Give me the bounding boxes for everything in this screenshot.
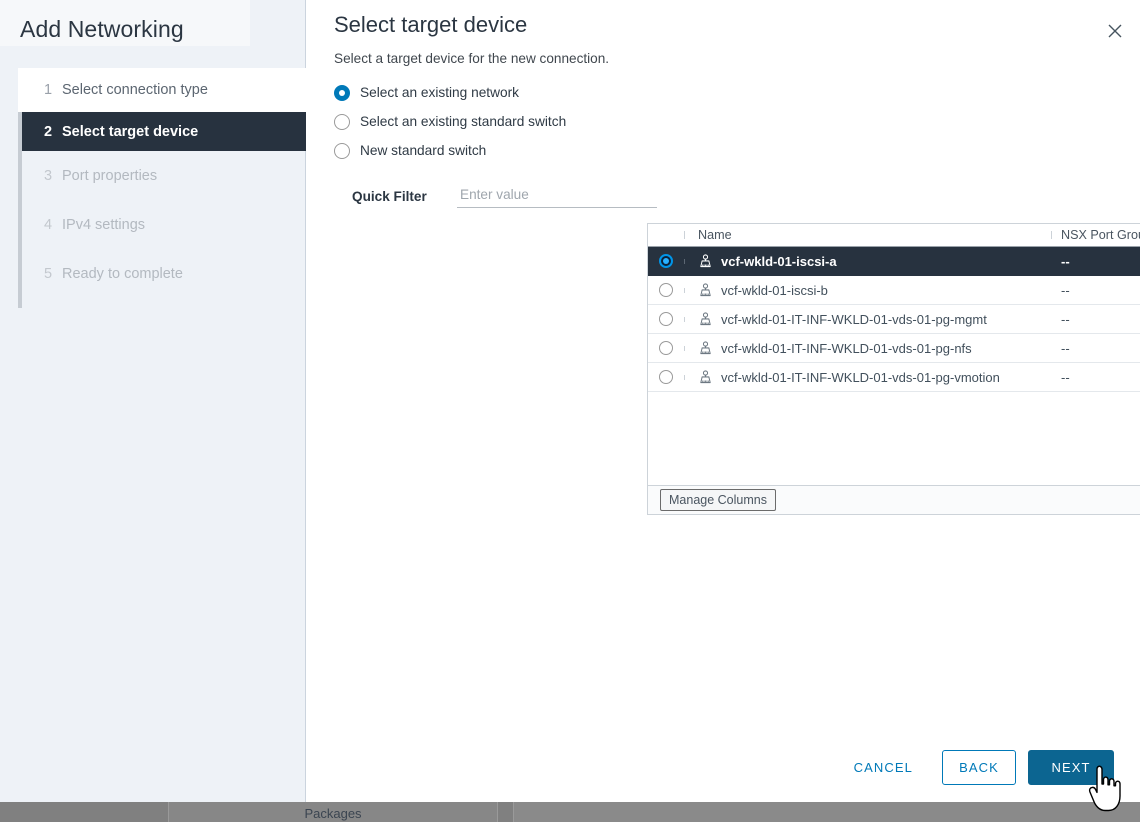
quick-filter: Quick Filter bbox=[352, 185, 657, 208]
target-device-table: Name NSX Port Group ID Distributed Switc… bbox=[647, 223, 1140, 515]
table-row[interactable]: vcf-wkld-01-IT-INF-WKLD-01-vds-01-pg-vmo… bbox=[648, 363, 1140, 392]
wizard-sidebar: Add Networking 1 Select connection type … bbox=[0, 0, 306, 802]
cancel-button[interactable]: CANCEL bbox=[837, 750, 930, 785]
row-name-cell: vcf-wkld-01-iscsi-b bbox=[684, 283, 1051, 298]
port-group-icon bbox=[698, 254, 713, 269]
port-group-icon bbox=[698, 283, 713, 298]
radio-label: Select an existing standard switch bbox=[360, 114, 566, 129]
page-title: Select target device bbox=[334, 12, 527, 38]
radio-button-icon[interactable] bbox=[334, 85, 350, 101]
row-nsx-cell: -- bbox=[1051, 370, 1140, 385]
row-name-text: vcf-wkld-01-IT-INF-WKLD-01-vds-01-pg-mgm… bbox=[721, 312, 987, 327]
step-label: Port properties bbox=[62, 168, 157, 184]
table-header-row: Name NSX Port Group ID Distributed Switc… bbox=[648, 223, 1140, 247]
wizard-footer: CANCEL BACK NEXT bbox=[0, 732, 1140, 802]
row-name-cell: vcf-wkld-01-iscsi-a bbox=[684, 254, 1051, 269]
row-select-cell[interactable] bbox=[648, 370, 684, 384]
row-name-text: vcf-wkld-01-IT-INF-WKLD-01-vds-01-pg-nfs bbox=[721, 341, 972, 356]
next-button[interactable]: NEXT bbox=[1028, 750, 1114, 785]
close-icon[interactable] bbox=[1100, 16, 1130, 46]
row-name-cell: vcf-wkld-01-IT-INF-WKLD-01-vds-01-pg-vmo… bbox=[684, 370, 1051, 385]
table-row[interactable]: vcf-wkld-01-iscsi-b -- vcf-wkld-01-IT-IN… bbox=[648, 276, 1140, 305]
row-radio-icon[interactable] bbox=[659, 283, 673, 297]
radio-button-icon[interactable] bbox=[334, 143, 350, 159]
wizard-step-select-target-device[interactable]: 2 Select target device bbox=[22, 112, 306, 151]
target-device-radio-group: Select an existing network Select an exi… bbox=[334, 78, 566, 165]
step-number: 5 bbox=[44, 266, 62, 282]
port-group-icon bbox=[698, 370, 713, 385]
wizard-step-list: 1 Select connection type 2 Select target… bbox=[18, 68, 306, 298]
row-nsx-cell: -- bbox=[1051, 341, 1140, 356]
step-number: 4 bbox=[44, 217, 62, 233]
wizard-content: Select target device Select a target dev… bbox=[307, 0, 1140, 802]
row-name-text: vcf-wkld-01-iscsi-b bbox=[721, 283, 828, 298]
row-nsx-cell: -- bbox=[1051, 312, 1140, 327]
row-radio-icon[interactable] bbox=[659, 341, 673, 355]
step-number: 1 bbox=[44, 82, 62, 98]
quick-filter-input[interactable] bbox=[457, 185, 657, 208]
table-row[interactable]: vcf-wkld-01-IT-INF-WKLD-01-vds-01-pg-nfs… bbox=[648, 334, 1140, 363]
radio-label: New standard switch bbox=[360, 143, 486, 158]
radio-label: Select an existing network bbox=[360, 85, 519, 100]
row-select-cell[interactable] bbox=[648, 341, 684, 355]
table-header-name[interactable]: Name bbox=[684, 228, 1051, 242]
row-radio-icon[interactable] bbox=[659, 370, 673, 384]
row-select-cell[interactable] bbox=[648, 283, 684, 297]
wizard-step-ready-to-complete: 5 Ready to complete bbox=[18, 249, 306, 298]
quick-filter-label: Quick Filter bbox=[352, 189, 457, 204]
step-label: Select connection type bbox=[62, 82, 208, 98]
step-number: 2 bbox=[44, 124, 62, 140]
table-header-nsx-port-group-id[interactable]: NSX Port Group ID bbox=[1051, 228, 1140, 242]
step-label: IPv4 settings bbox=[62, 217, 145, 233]
row-name-text: vcf-wkld-01-iscsi-a bbox=[721, 254, 837, 269]
step-label: Ready to complete bbox=[62, 266, 183, 282]
row-nsx-cell: -- bbox=[1051, 254, 1140, 269]
background-packages-label: Packages bbox=[168, 806, 498, 821]
radio-existing-network[interactable]: Select an existing network bbox=[334, 78, 566, 107]
wizard-step-select-connection-type[interactable]: 1 Select connection type bbox=[18, 68, 306, 112]
radio-button-icon[interactable] bbox=[334, 114, 350, 130]
wizard-title: Add Networking bbox=[20, 16, 184, 43]
back-button[interactable]: BACK bbox=[942, 750, 1016, 785]
step-number: 3 bbox=[44, 168, 62, 184]
row-name-text: vcf-wkld-01-IT-INF-WKLD-01-vds-01-pg-vmo… bbox=[721, 370, 1000, 385]
radio-existing-standard-switch[interactable]: Select an existing standard switch bbox=[334, 107, 566, 136]
row-name-cell: vcf-wkld-01-IT-INF-WKLD-01-vds-01-pg-mgm… bbox=[684, 312, 1051, 327]
row-select-cell[interactable] bbox=[648, 254, 684, 268]
table-row[interactable]: vcf-wkld-01-IT-INF-WKLD-01-vds-01-pg-mgm… bbox=[648, 305, 1140, 334]
row-radio-icon[interactable] bbox=[659, 312, 673, 326]
row-select-cell[interactable] bbox=[648, 312, 684, 326]
table-body: vcf-wkld-01-iscsi-a -- vcf-wkld-01-IT-IN… bbox=[648, 247, 1140, 485]
page-subtitle: Select a target device for the new conne… bbox=[334, 51, 609, 66]
wizard-step-port-properties: 3 Port properties bbox=[18, 151, 306, 200]
row-nsx-cell: -- bbox=[1051, 283, 1140, 298]
row-name-cell: vcf-wkld-01-IT-INF-WKLD-01-vds-01-pg-nfs bbox=[684, 341, 1051, 356]
screen: Packages Add Networking 1 Select connect… bbox=[0, 0, 1140, 822]
wizard-step-ipv4-settings: 4 IPv4 settings bbox=[18, 200, 306, 249]
manage-columns-button[interactable]: Manage Columns bbox=[660, 489, 776, 511]
step-label: Select target device bbox=[62, 124, 198, 140]
port-group-icon bbox=[698, 312, 713, 327]
port-group-icon bbox=[698, 341, 713, 356]
row-radio-icon[interactable] bbox=[659, 254, 673, 268]
radio-new-standard-switch[interactable]: New standard switch bbox=[334, 136, 566, 165]
table-footer: Manage Columns 5 items bbox=[648, 485, 1140, 514]
background-app-panel-right bbox=[513, 802, 1140, 822]
table-row[interactable]: vcf-wkld-01-iscsi-a -- vcf-wkld-01-IT-IN… bbox=[648, 247, 1140, 276]
